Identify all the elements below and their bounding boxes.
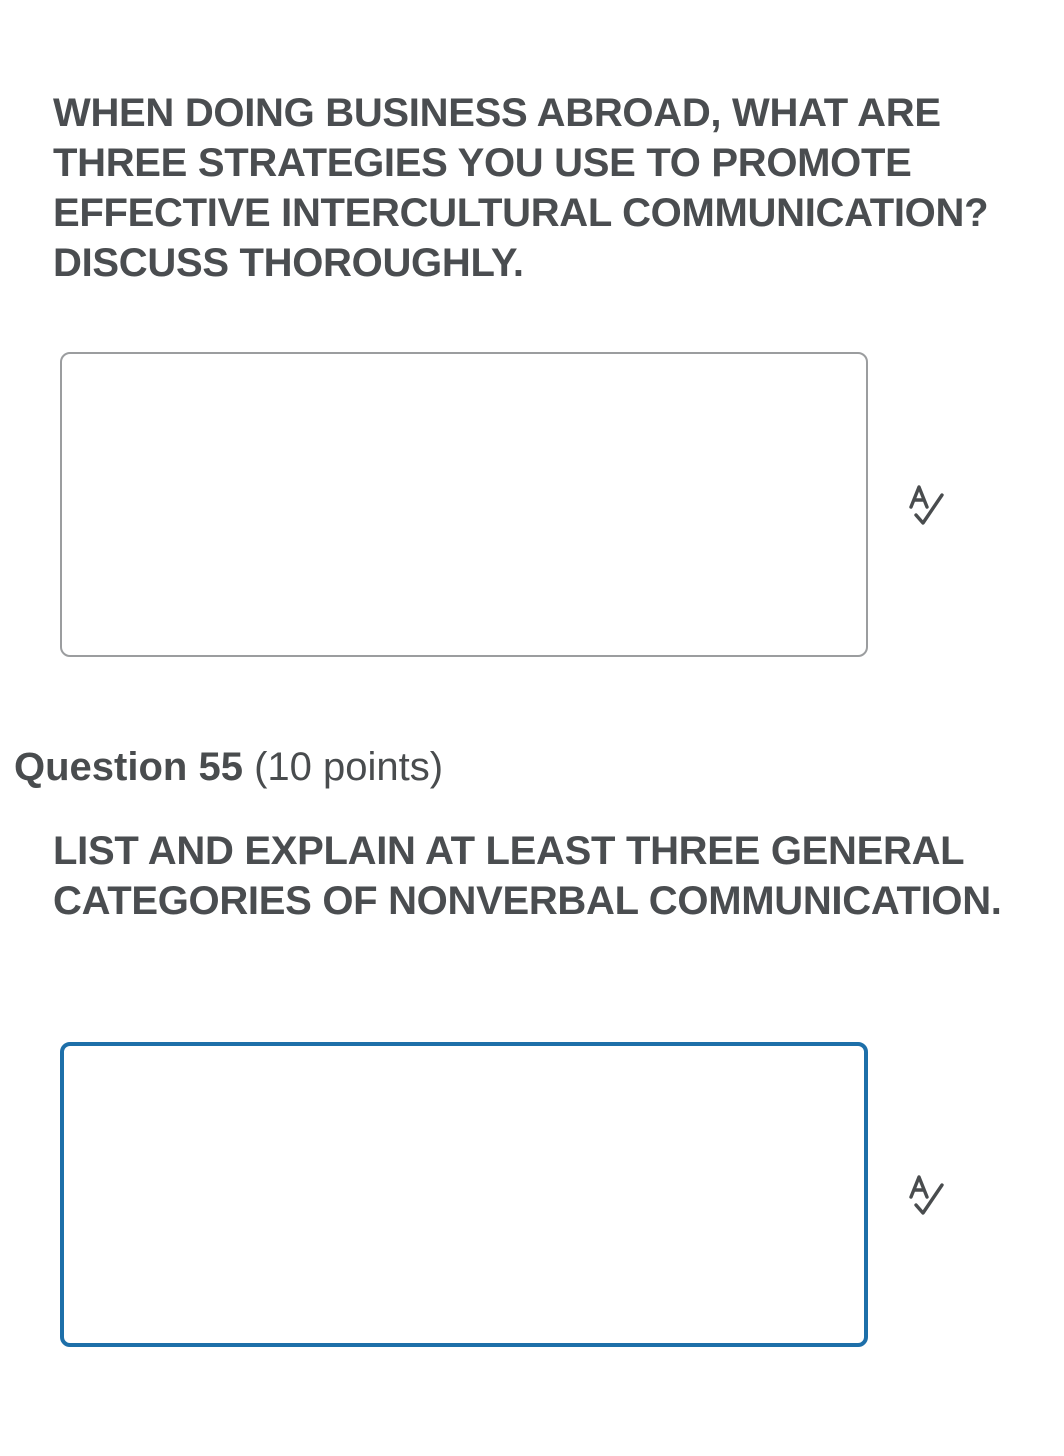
spellcheck-icon (909, 485, 944, 525)
spellcheck-button[interactable] (902, 1170, 956, 1222)
question-55-prompt: LIST AND EXPLAIN AT LEAST THREE GENERAL … (53, 829, 1002, 923)
question-55-header: Question 55 (10 points) (14, 740, 443, 794)
question-55-answer-field[interactable] (60, 1042, 868, 1347)
question-points: (10 points) (254, 745, 444, 789)
question-title: Question 55 (14, 745, 243, 789)
spellcheck-button[interactable] (902, 480, 956, 532)
spellcheck-icon (909, 1175, 944, 1215)
question-54-prompt: WHEN DOING BUSINESS ABROAD, WHAT ARE THR… (53, 91, 989, 285)
question-54-answer-field[interactable] (60, 352, 868, 657)
